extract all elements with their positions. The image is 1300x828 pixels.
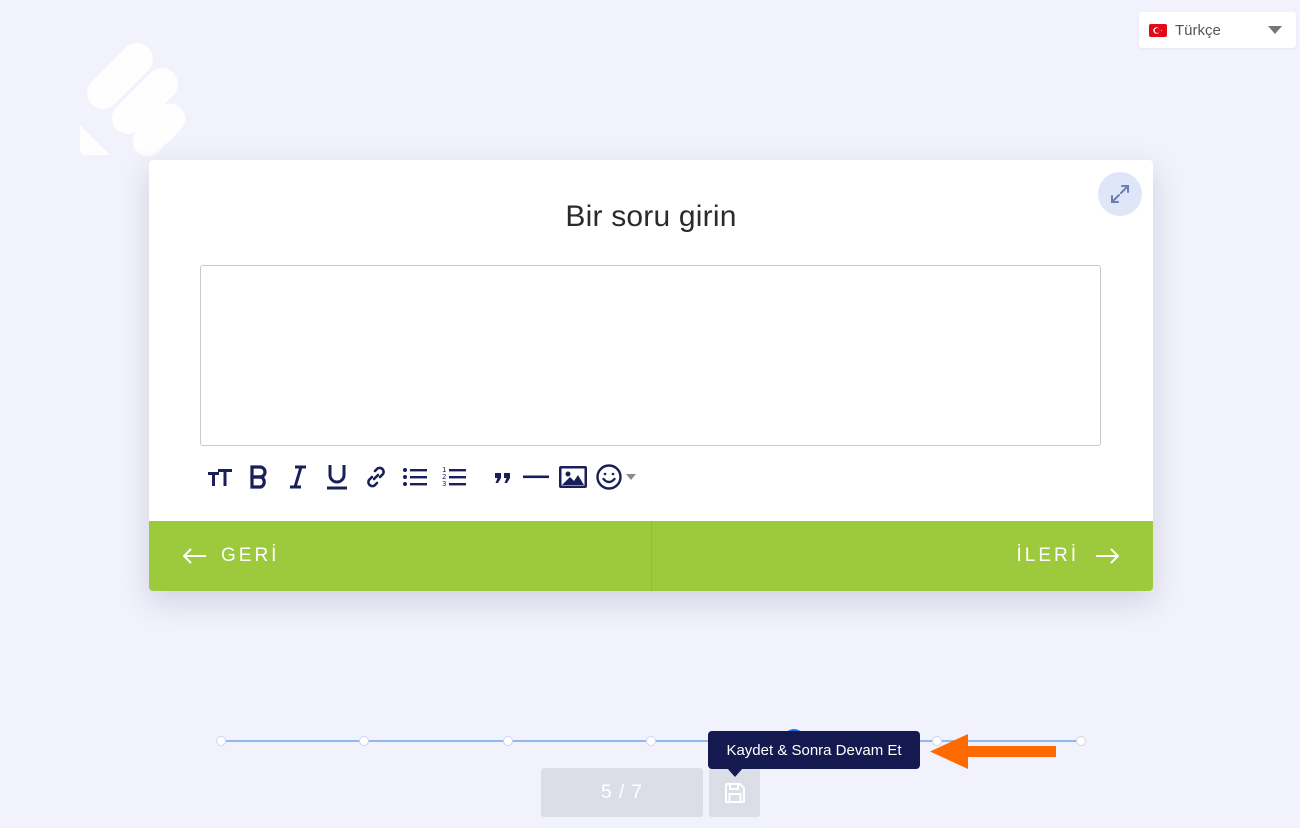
quote-button[interactable] [487,460,519,494]
numbered-list-icon: 1 2 3 [442,466,466,488]
tooltip-tail [727,768,743,777]
link-button[interactable] [356,460,395,494]
progress-step-7[interactable] [1076,736,1086,746]
arrow-right-icon [1096,548,1119,564]
text-size-icon [207,469,232,486]
question-card: Bir soru girin 1 2 3 GERİ İLERİ [149,160,1153,591]
progress-step-4[interactable] [646,736,656,746]
bullet-list-button[interactable] [395,460,434,494]
horizontal-rule-icon [523,475,549,479]
back-button[interactable]: GERİ [149,521,652,591]
page-indicator: 5 / 7 [541,768,703,817]
language-label: Türkçe [1175,21,1221,39]
turkey-flag-icon [1149,23,1167,37]
svg-text:3: 3 [442,480,446,488]
next-label: İLERİ [1016,545,1079,566]
quote-icon [495,473,510,483]
bold-button[interactable] [239,460,278,494]
progress-step-1[interactable] [216,736,226,746]
text-size-button[interactable] [200,460,239,494]
next-button[interactable]: İLERİ [652,521,1154,591]
language-select[interactable]: Türkçe [1139,12,1296,48]
chevron-down-icon [1268,26,1282,34]
background-logo [80,43,186,157]
image-button[interactable] [553,460,592,494]
image-icon [558,466,587,488]
progress-step-2[interactable] [359,736,369,746]
save-icon [724,782,745,803]
save-tooltip: Kaydet & Sonra Devam Et [708,731,920,769]
underline-icon [326,465,347,490]
answer-textarea[interactable] [200,265,1101,446]
bullet-list-icon [402,468,427,486]
back-label: GERİ [221,545,280,566]
annotation-arrow-icon [930,734,1056,769]
navigation-bar: GERİ İLERİ [149,521,1153,591]
italic-button[interactable] [278,460,317,494]
question-title: Bir soru girin [565,200,737,233]
bold-icon [249,465,267,489]
link-icon [366,466,385,488]
arrow-left-icon [183,548,206,564]
underline-button[interactable] [317,460,356,494]
italic-icon [289,465,306,489]
emoji-icon [595,464,622,490]
progress-step-3[interactable] [503,736,513,746]
emoji-button[interactable] [592,460,638,494]
editor-toolbar: 1 2 3 [200,460,638,494]
chevron-down-icon [625,474,636,480]
numbered-list-button[interactable]: 1 2 3 [434,460,473,494]
horizontal-rule-button[interactable] [519,460,553,494]
